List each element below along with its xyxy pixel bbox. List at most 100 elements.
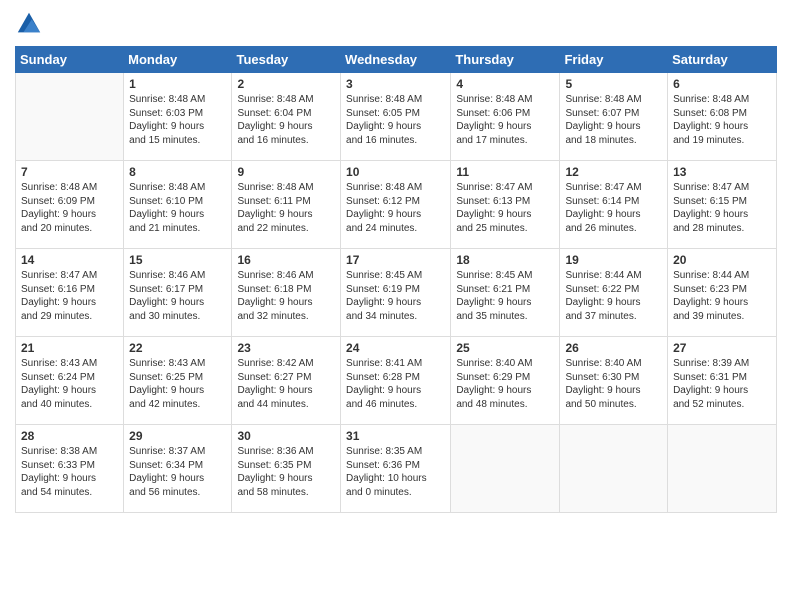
header-day: Wednesday — [341, 47, 451, 73]
calendar-cell: 29 Sunrise: 8:37 AM Sunset: 6:34 PM Dayli… — [124, 425, 232, 513]
day-info: Sunrise: 8:48 AM Sunset: 6:07 PM Dayligh… — [565, 93, 662, 147]
calendar-cell: 8 Sunrise: 8:48 AM Sunset: 6:10 PM Daylig… — [124, 161, 232, 249]
day-info: Sunrise: 8:47 AM Sunset: 6:15 PM Dayligh… — [673, 181, 771, 235]
week-row: 7Sunrise: 8:48 AM Sunset: 6:09 PM Daylig… — [16, 161, 777, 249]
day-number: 24 — [346, 341, 445, 355]
logo-icon — [15, 10, 43, 38]
day-info: Sunrise: 8:42 AM Sunset: 6:27 PM Dayligh… — [237, 357, 335, 411]
header-day: Saturday — [668, 47, 777, 73]
calendar-cell: 16 Sunrise: 8:46 AM Sunset: 6:18 PM Dayli… — [232, 249, 341, 337]
day-number: 28 — [21, 429, 118, 443]
day-number: 13 — [673, 165, 771, 179]
day-number: 22 — [129, 341, 226, 355]
calendar-cell: 15 Sunrise: 8:46 AM Sunset: 6:17 PM Dayli… — [124, 249, 232, 337]
week-row: 21 Sunrise: 8:43 AM Sunset: 6:24 PM Dayli… — [16, 337, 777, 425]
calendar-cell: 1Sunrise: 8:48 AM Sunset: 6:03 PM Daylig… — [124, 73, 232, 161]
day-number: 18 — [456, 253, 554, 267]
day-number: 21 — [21, 341, 118, 355]
day-info: Sunrise: 8:48 AM Sunset: 6:05 PM Dayligh… — [346, 93, 445, 147]
day-info: Sunrise: 8:36 AM Sunset: 6:35 PM Dayligh… — [237, 445, 335, 499]
day-info: Sunrise: 8:37 AM Sunset: 6:34 PM Dayligh… — [129, 445, 226, 499]
calendar-cell: 21 Sunrise: 8:43 AM Sunset: 6:24 PM Dayli… — [16, 337, 124, 425]
day-info: Sunrise: 8:48 AM Sunset: 6:10 PM Dayligh… — [129, 181, 226, 235]
calendar-cell: 26 Sunrise: 8:40 AM Sunset: 6:30 PM Dayli… — [560, 337, 668, 425]
calendar-cell — [560, 425, 668, 513]
calendar-cell: 9 Sunrise: 8:48 AM Sunset: 6:11 PM Daylig… — [232, 161, 341, 249]
day-info: Sunrise: 8:45 AM Sunset: 6:19 PM Dayligh… — [346, 269, 445, 323]
header-day: Monday — [124, 47, 232, 73]
day-number: 10 — [346, 165, 445, 179]
day-number: 14 — [21, 253, 118, 267]
day-number: 9 — [237, 165, 335, 179]
calendar-cell: 20 Sunrise: 8:44 AM Sunset: 6:23 PM Dayli… — [668, 249, 777, 337]
day-info: Sunrise: 8:47 AM Sunset: 6:14 PM Dayligh… — [565, 181, 662, 235]
page: SundayMondayTuesdayWednesdayThursdayFrid… — [0, 0, 792, 612]
day-info: Sunrise: 8:48 AM Sunset: 6:03 PM Dayligh… — [129, 93, 226, 147]
day-number: 20 — [673, 253, 771, 267]
day-info: Sunrise: 8:43 AM Sunset: 6:24 PM Dayligh… — [21, 357, 118, 411]
day-info: Sunrise: 8:47 AM Sunset: 6:16 PM Dayligh… — [21, 269, 118, 323]
day-number: 29 — [129, 429, 226, 443]
calendar-cell: 25 Sunrise: 8:40 AM Sunset: 6:29 PM Dayli… — [451, 337, 560, 425]
calendar-cell: 18 Sunrise: 8:45 AM Sunset: 6:21 PM Dayli… — [451, 249, 560, 337]
calendar-cell: 13 Sunrise: 8:47 AM Sunset: 6:15 PM Dayli… — [668, 161, 777, 249]
header-row: SundayMondayTuesdayWednesdayThursdayFrid… — [16, 47, 777, 73]
day-number: 17 — [346, 253, 445, 267]
calendar-cell: 31 Sunrise: 8:35 AM Sunset: 6:36 PM Dayli… — [341, 425, 451, 513]
day-info: Sunrise: 8:46 AM Sunset: 6:17 PM Dayligh… — [129, 269, 226, 323]
day-info: Sunrise: 8:48 AM Sunset: 6:06 PM Dayligh… — [456, 93, 554, 147]
day-number: 4 — [456, 77, 554, 91]
day-number: 30 — [237, 429, 335, 443]
day-info: Sunrise: 8:48 AM Sunset: 6:12 PM Dayligh… — [346, 181, 445, 235]
calendar-cell — [451, 425, 560, 513]
day-info: Sunrise: 8:40 AM Sunset: 6:30 PM Dayligh… — [565, 357, 662, 411]
calendar-cell: 22Sunrise: 8:43 AM Sunset: 6:25 PM Dayli… — [124, 337, 232, 425]
header-day: Sunday — [16, 47, 124, 73]
calendar-cell: 19 Sunrise: 8:44 AM Sunset: 6:22 PM Dayli… — [560, 249, 668, 337]
day-info: Sunrise: 8:48 AM Sunset: 6:08 PM Dayligh… — [673, 93, 771, 147]
day-info: Sunrise: 8:44 AM Sunset: 6:23 PM Dayligh… — [673, 269, 771, 323]
day-info: Sunrise: 8:48 AM Sunset: 6:09 PM Dayligh… — [21, 181, 118, 235]
calendar-body: 1Sunrise: 8:48 AM Sunset: 6:03 PM Daylig… — [16, 73, 777, 513]
calendar: SundayMondayTuesdayWednesdayThursdayFrid… — [15, 46, 777, 513]
calendar-cell — [668, 425, 777, 513]
day-info: Sunrise: 8:39 AM Sunset: 6:31 PM Dayligh… — [673, 357, 771, 411]
calendar-cell: 5Sunrise: 8:48 AM Sunset: 6:07 PM Daylig… — [560, 73, 668, 161]
day-info: Sunrise: 8:44 AM Sunset: 6:22 PM Dayligh… — [565, 269, 662, 323]
day-number: 23 — [237, 341, 335, 355]
calendar-cell: 7Sunrise: 8:48 AM Sunset: 6:09 PM Daylig… — [16, 161, 124, 249]
header — [15, 10, 777, 38]
header-day: Thursday — [451, 47, 560, 73]
day-info: Sunrise: 8:35 AM Sunset: 6:36 PM Dayligh… — [346, 445, 445, 499]
header-day: Friday — [560, 47, 668, 73]
calendar-cell: 2Sunrise: 8:48 AM Sunset: 6:04 PM Daylig… — [232, 73, 341, 161]
header-day: Tuesday — [232, 47, 341, 73]
day-info: Sunrise: 8:46 AM Sunset: 6:18 PM Dayligh… — [237, 269, 335, 323]
day-number: 27 — [673, 341, 771, 355]
day-number: 26 — [565, 341, 662, 355]
logo — [15, 10, 47, 38]
week-row: 1Sunrise: 8:48 AM Sunset: 6:03 PM Daylig… — [16, 73, 777, 161]
day-number: 16 — [237, 253, 335, 267]
calendar-cell: 4 Sunrise: 8:48 AM Sunset: 6:06 PM Daylig… — [451, 73, 560, 161]
day-number: 8 — [129, 165, 226, 179]
calendar-cell: 28Sunrise: 8:38 AM Sunset: 6:33 PM Dayli… — [16, 425, 124, 513]
day-info: Sunrise: 8:48 AM Sunset: 6:04 PM Dayligh… — [237, 93, 335, 147]
calendar-cell — [16, 73, 124, 161]
day-number: 31 — [346, 429, 445, 443]
day-info: Sunrise: 8:40 AM Sunset: 6:29 PM Dayligh… — [456, 357, 554, 411]
day-number: 11 — [456, 165, 554, 179]
calendar-cell: 12Sunrise: 8:47 AM Sunset: 6:14 PM Dayli… — [560, 161, 668, 249]
day-info: Sunrise: 8:41 AM Sunset: 6:28 PM Dayligh… — [346, 357, 445, 411]
day-number: 15 — [129, 253, 226, 267]
week-row: 14 Sunrise: 8:47 AM Sunset: 6:16 PM Dayli… — [16, 249, 777, 337]
day-number: 3 — [346, 77, 445, 91]
day-number: 25 — [456, 341, 554, 355]
day-number: 19 — [565, 253, 662, 267]
calendar-cell: 11Sunrise: 8:47 AM Sunset: 6:13 PM Dayli… — [451, 161, 560, 249]
calendar-header: SundayMondayTuesdayWednesdayThursdayFrid… — [16, 47, 777, 73]
day-info: Sunrise: 8:48 AM Sunset: 6:11 PM Dayligh… — [237, 181, 335, 235]
day-info: Sunrise: 8:45 AM Sunset: 6:21 PM Dayligh… — [456, 269, 554, 323]
calendar-cell: 17 Sunrise: 8:45 AM Sunset: 6:19 PM Dayli… — [341, 249, 451, 337]
calendar-cell: 10 Sunrise: 8:48 AM Sunset: 6:12 PM Dayli… — [341, 161, 451, 249]
